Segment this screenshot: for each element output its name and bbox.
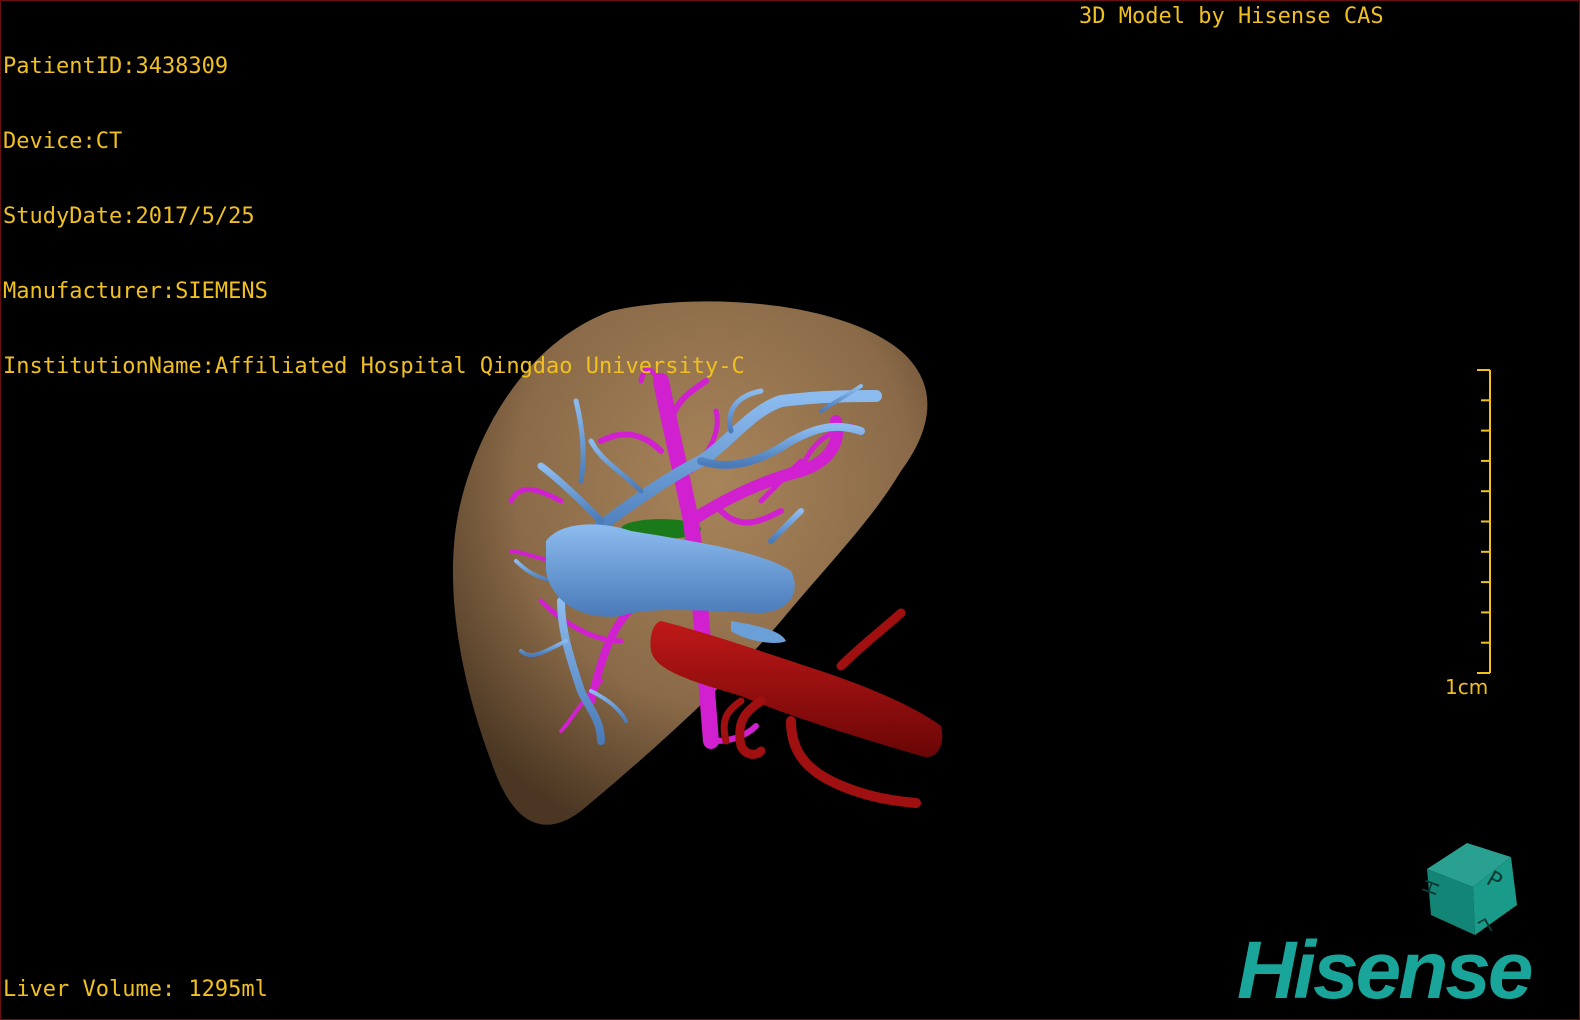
scale-bar: 1cm	[1441, 367, 1521, 707]
manufacturer-text: Manufacturer:SIEMENS	[3, 279, 268, 304]
liver-volume-text: Liver Volume: 1295ml	[3, 977, 268, 1002]
device-text: Device:CT	[3, 129, 123, 154]
3d-render-viewport[interactable]: PatientID:3438309 Device:CT StudyDate:20…	[0, 0, 1580, 1020]
scale-bar-ruler	[1477, 369, 1491, 674]
scale-bar-label: 1cm	[1445, 675, 1489, 699]
study-date-text: StudyDate:2017/5/25	[3, 204, 255, 229]
model-credit-text: 3D Model by Hisense CAS	[1079, 4, 1384, 29]
institution-text: InstitutionName:Affiliated Hospital Qing…	[3, 354, 745, 379]
patient-info-overlay: PatientID:3438309 Device:CT StudyDate:20…	[3, 4, 745, 429]
hisense-logo: Hisense	[1237, 925, 1534, 1016]
patient-id-text: PatientID:3438309	[3, 54, 229, 79]
